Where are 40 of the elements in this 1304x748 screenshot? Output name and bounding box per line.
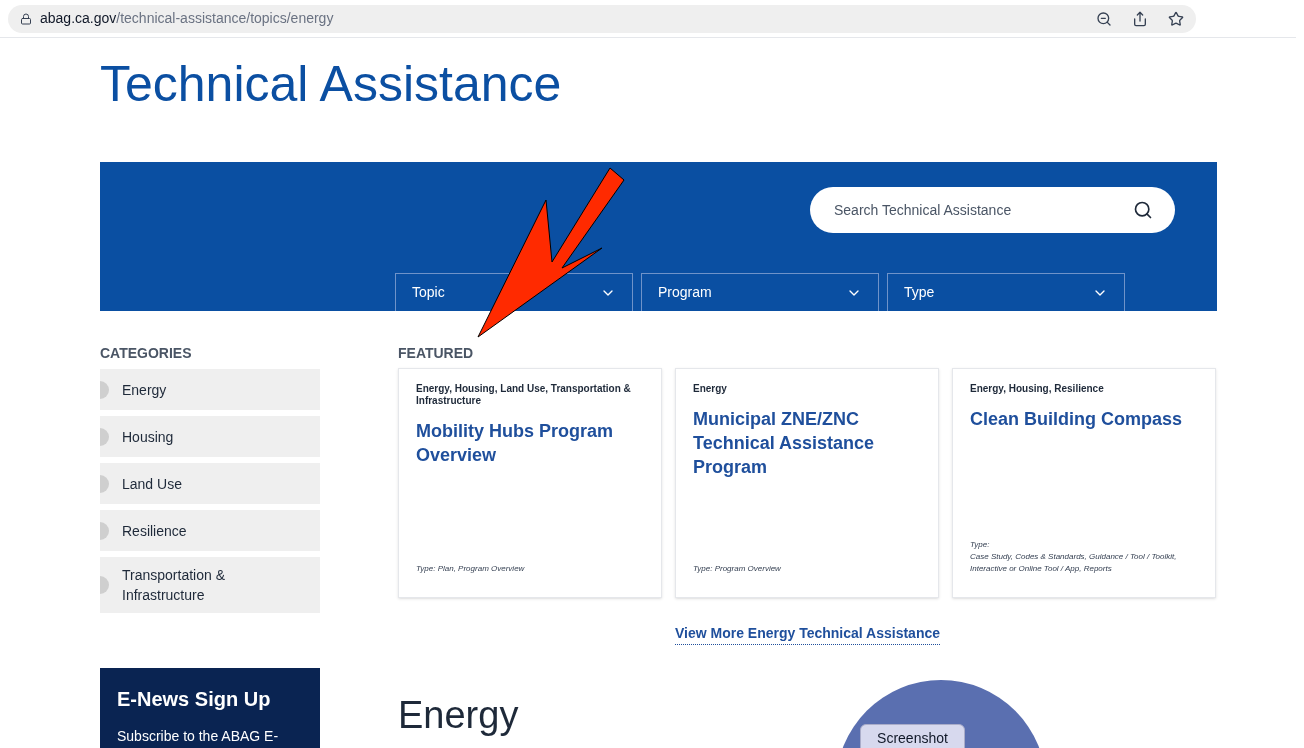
category-link[interactable]: Energy bbox=[100, 369, 320, 410]
zoom-out-icon[interactable] bbox=[1096, 10, 1112, 27]
enews-text: Subscribe to the ABAG E- bbox=[117, 727, 280, 746]
category-link[interactable]: Housing bbox=[100, 416, 320, 457]
featured-heading: FEATURED bbox=[398, 344, 475, 363]
search-field[interactable]: Search Technical Assistance bbox=[810, 187, 1175, 233]
section-heading: Energy bbox=[398, 693, 519, 737]
card-type: Type: Plan, Program Overview bbox=[416, 563, 526, 575]
address-bar[interactable]: abag.ca.gov/technical-assistance/topics/energy bbox=[8, 4, 1196, 33]
enews-title: E-News Sign Up bbox=[117, 687, 272, 712]
bullet-icon bbox=[100, 427, 109, 446]
filter-dropdown[interactable]: Program bbox=[641, 273, 879, 311]
bullet-icon bbox=[100, 576, 109, 594]
card-topics: Energy, Housing, Resilience bbox=[970, 383, 1105, 395]
bullet-icon bbox=[100, 474, 109, 493]
screenshot-tag: Screenshot bbox=[860, 724, 965, 748]
page-title: Technical Assistance bbox=[100, 55, 563, 114]
card-topics: Energy bbox=[693, 383, 728, 395]
url-text: abag.ca.gov/technical-assistance/topics/energy bbox=[40, 9, 335, 28]
bullet-icon bbox=[100, 521, 109, 540]
category-link[interactable]: Resilience bbox=[100, 510, 320, 551]
featured-card[interactable]: Energy, Housing, Resilience Clean Building Compass Type: Case Study, Codes & Standards, Guidance / Tool / Toolkit, Interactive or Online Tool / App, Reports bbox=[952, 368, 1216, 598]
card-title-link[interactable]: Mobility Hubs Program Overview bbox=[416, 419, 644, 467]
categories-heading: CATEGORIES bbox=[100, 344, 193, 363]
card-type: Type: Case Study, Codes & Standards, Guidance / Tool / Toolkit, Interactive or Online Tool / App, Reports bbox=[970, 539, 1178, 575]
bullet-icon bbox=[100, 380, 109, 399]
card-topics: Energy, Housing, Land Use, Transportation & Infrastructure bbox=[416, 383, 632, 407]
star-icon[interactable] bbox=[1168, 10, 1184, 27]
filter-dropdown[interactable]: Type bbox=[887, 273, 1125, 311]
card-type: Type: Program Overview bbox=[693, 563, 782, 575]
featured-card[interactable]: Energy Municipal ZNE/ZNC Technical Assistance Program Type: Program Overview bbox=[675, 368, 939, 598]
share-icon[interactable] bbox=[1132, 10, 1148, 27]
card-title-link[interactable]: Municipal ZNE/ZNC Technical Assistance Program bbox=[693, 407, 921, 479]
lock-icon bbox=[20, 12, 32, 25]
view-more-link[interactable]: View More Energy Technical Assistance bbox=[674, 623, 941, 645]
search-icon[interactable] bbox=[1133, 200, 1153, 220]
category-link[interactable]: Land Use bbox=[100, 463, 320, 504]
category-link[interactable]: Transportation & Infrastructure bbox=[100, 557, 320, 613]
featured-card[interactable]: Energy, Housing, Land Use, Transportation & Infrastructure Mobility Hubs Program Overview Type: Plan, Program Overview bbox=[398, 368, 662, 598]
card-title-link[interactable]: Clean Building Compass bbox=[970, 407, 1198, 431]
